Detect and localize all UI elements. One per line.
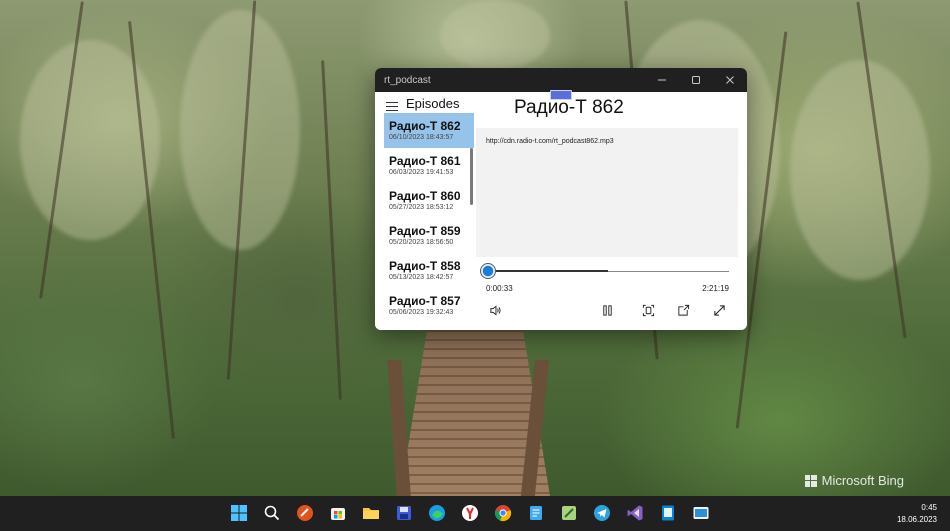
yandex-browser-icon[interactable] [460, 503, 480, 523]
pause-button[interactable] [599, 302, 615, 318]
wallpaper-moss [440, 0, 550, 70]
episode-item[interactable]: Радио-Т 858 05/13/2023 18:42:57 [384, 253, 474, 288]
close-icon [726, 76, 734, 84]
visual-studio-icon[interactable] [625, 503, 645, 523]
zoom-button[interactable] [640, 302, 656, 318]
microsoft-store-icon[interactable] [328, 503, 348, 523]
tree-trunk [321, 60, 342, 400]
episode-item[interactable]: Радио-Т 861 06/03/2023 19:41:53 [384, 148, 474, 183]
maximize-button[interactable] [679, 68, 713, 92]
wallpaper-moss [20, 40, 160, 240]
episode-list-scrollbar[interactable] [470, 148, 473, 205]
episode-date: 05/27/2023 18:53:12 [389, 204, 454, 211]
episode-title: Радио-Т 857 [389, 294, 461, 308]
episodes-pane: Episodes Радио-Т 862 06/10/2023 18:43:57… [375, 92, 475, 330]
telegram-icon[interactable] [592, 503, 612, 523]
episode-title: Радио-Т 862 [389, 119, 461, 133]
close-button[interactable] [713, 68, 747, 92]
minimize-button[interactable] [645, 68, 679, 92]
speaker-icon [489, 304, 501, 316]
minimize-icon [658, 79, 666, 81]
clock-time: 0:45 [921, 503, 937, 512]
edge-icon[interactable] [427, 503, 447, 523]
seek-bar[interactable] [479, 263, 729, 279]
episode-item[interactable]: Радио-Т 859 05/20/2023 18:56:50 [384, 218, 474, 253]
elapsed-time: 0:00:33 [486, 284, 513, 293]
chrome-icon[interactable] [493, 503, 513, 523]
system-clock[interactable]: 0:45 18.06.2023 [897, 502, 937, 526]
duration-time: 2:21:19 [702, 284, 729, 293]
episode-date: 05/20/2023 18:56:50 [389, 239, 454, 246]
fullscreen-button[interactable] [711, 302, 727, 318]
episode-title: Радио-Т 861 [389, 154, 461, 168]
episode-date: 06/03/2023 19:41:53 [389, 169, 454, 176]
episode-title: Радио-Т 860 [389, 189, 461, 203]
excel-like-icon[interactable] [559, 503, 579, 523]
hamburger-menu-icon[interactable] [386, 102, 398, 111]
search-icon[interactable] [262, 503, 282, 523]
bing-watermark-label: Microsoft Bing [821, 473, 904, 488]
notepad-icon[interactable] [526, 503, 546, 523]
aspect-ratio-icon [642, 304, 654, 316]
pane-header: Episodes [386, 96, 459, 111]
app-window: rt_podcast Episodes Радио-Т 862 06/10/20… [375, 68, 747, 330]
fullscreen-icon [713, 304, 725, 316]
windows-app-icon[interactable] [658, 503, 678, 523]
episode-title: Радио-Т 858 [389, 259, 461, 273]
save-app-icon[interactable] [394, 503, 414, 523]
app-icon-orange[interactable] [295, 503, 315, 523]
maximize-icon [692, 76, 700, 84]
pause-icon [602, 304, 612, 316]
cast-button[interactable] [675, 302, 691, 318]
episode-item[interactable]: Радио-Т 860 05/27/2023 18:53:12 [384, 183, 474, 218]
volume-button[interactable] [487, 302, 503, 318]
cast-icon [677, 304, 689, 316]
clock-date: 18.06.2023 [896, 515, 937, 524]
photos-app-icon[interactable] [691, 503, 711, 523]
media-area[interactable]: http://cdn.radio-t.com/rt_podcast862.mp3 [476, 128, 738, 257]
seek-thumb[interactable] [479, 263, 496, 279]
player-panel: Радио-Т 862 http://cdn.radio-t.com/rt_po… [475, 92, 747, 330]
taskbar: 0:45 18.06.2023 [0, 496, 950, 531]
wallpaper-moss [790, 60, 930, 280]
seek-buffered [487, 270, 608, 272]
title-bar[interactable]: rt_podcast [375, 68, 747, 92]
episode-item[interactable]: Радио-Т 862 06/10/2023 18:43:57 [384, 113, 474, 148]
bing-logo-icon [804, 474, 817, 487]
episode-item[interactable]: Радио-Т 857 05/06/2023 19:32:43 [384, 288, 474, 323]
windows-start-icon[interactable] [229, 503, 249, 523]
episode-list: Радио-Т 862 06/10/2023 18:43:57 Радио-Т … [384, 113, 474, 323]
window-title: rt_podcast [384, 74, 431, 86]
episode-title: Радио-Т 859 [389, 224, 461, 238]
episode-date: 05/13/2023 18:42:57 [389, 274, 454, 281]
tree-trunk [128, 20, 175, 440]
episode-date: 05/06/2023 19:32:43 [389, 309, 454, 316]
bing-watermark[interactable]: Microsoft Bing [804, 473, 904, 488]
episode-date: 06/10/2023 18:43:57 [389, 134, 454, 141]
pane-title: Episodes [406, 96, 460, 111]
media-url: http://cdn.radio-t.com/rt_podcast862.mp3 [486, 138, 614, 145]
boardwalk-rail-left [387, 360, 411, 496]
episode-heading: Радио-Т 862 [514, 97, 624, 118]
file-explorer-icon[interactable] [361, 503, 381, 523]
